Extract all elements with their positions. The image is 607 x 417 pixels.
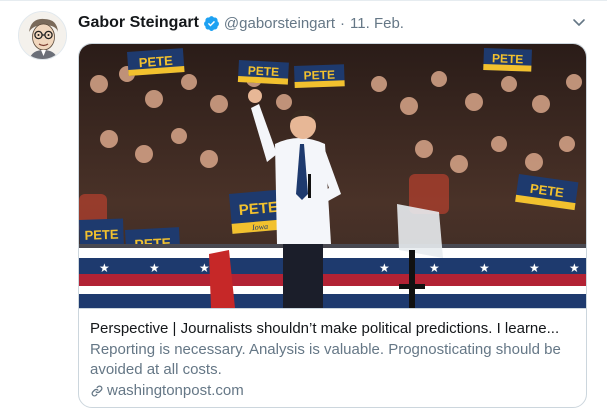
avatar-caricature-icon xyxy=(19,12,66,59)
svg-text:★: ★ xyxy=(569,261,580,275)
chevron-down-icon[interactable] xyxy=(571,14,587,30)
sign-text: PETE xyxy=(247,63,279,79)
sign-text: PETE xyxy=(492,51,524,66)
separator-dot: · xyxy=(340,14,346,32)
link-preview-card[interactable]: PETE PETE PETE PETE PETE Iowa PETE PETE … xyxy=(78,43,587,408)
svg-text:★: ★ xyxy=(199,261,210,275)
sign-text: PETE xyxy=(84,227,119,243)
svg-text:★: ★ xyxy=(379,261,390,275)
verified-badge-icon xyxy=(203,15,219,31)
tweet[interactable]: Gabor Steingart @gaborsteingart · 11. Fe… xyxy=(0,0,607,417)
card-domain-text: washingtonpost.com xyxy=(107,382,244,399)
sign-text: PETE xyxy=(303,68,335,83)
author-name[interactable]: Gabor Steingart xyxy=(78,14,199,32)
sign-text: PETE xyxy=(138,53,173,70)
tweet-date[interactable]: 11. Feb. xyxy=(350,15,404,32)
author-handle[interactable]: @gaborsteingart xyxy=(224,15,335,32)
svg-text:★: ★ xyxy=(429,261,440,275)
sign-text: PETE xyxy=(238,199,279,219)
svg-text:★: ★ xyxy=(529,261,540,275)
card-body[interactable]: Perspective | Journalists shouldn’t make… xyxy=(79,308,586,407)
rally-photo: PETE PETE PETE PETE PETE Iowa PETE PETE … xyxy=(79,44,586,308)
svg-text:★: ★ xyxy=(149,261,160,275)
sign-subtext: Iowa xyxy=(251,222,269,232)
author-avatar[interactable] xyxy=(18,11,67,60)
card-image[interactable]: PETE PETE PETE PETE PETE Iowa PETE PETE … xyxy=(79,44,586,308)
card-description: Reporting is necessary. Analysis is valu… xyxy=(90,341,561,378)
link-icon xyxy=(91,385,103,397)
svg-text:★: ★ xyxy=(99,261,110,275)
card-title: Perspective | Journalists shouldn’t make… xyxy=(90,320,560,337)
tweet-header: Gabor Steingart @gaborsteingart · 11. Fe… xyxy=(78,12,404,34)
card-domain: washingtonpost.com xyxy=(90,381,577,401)
svg-text:★: ★ xyxy=(479,261,490,275)
